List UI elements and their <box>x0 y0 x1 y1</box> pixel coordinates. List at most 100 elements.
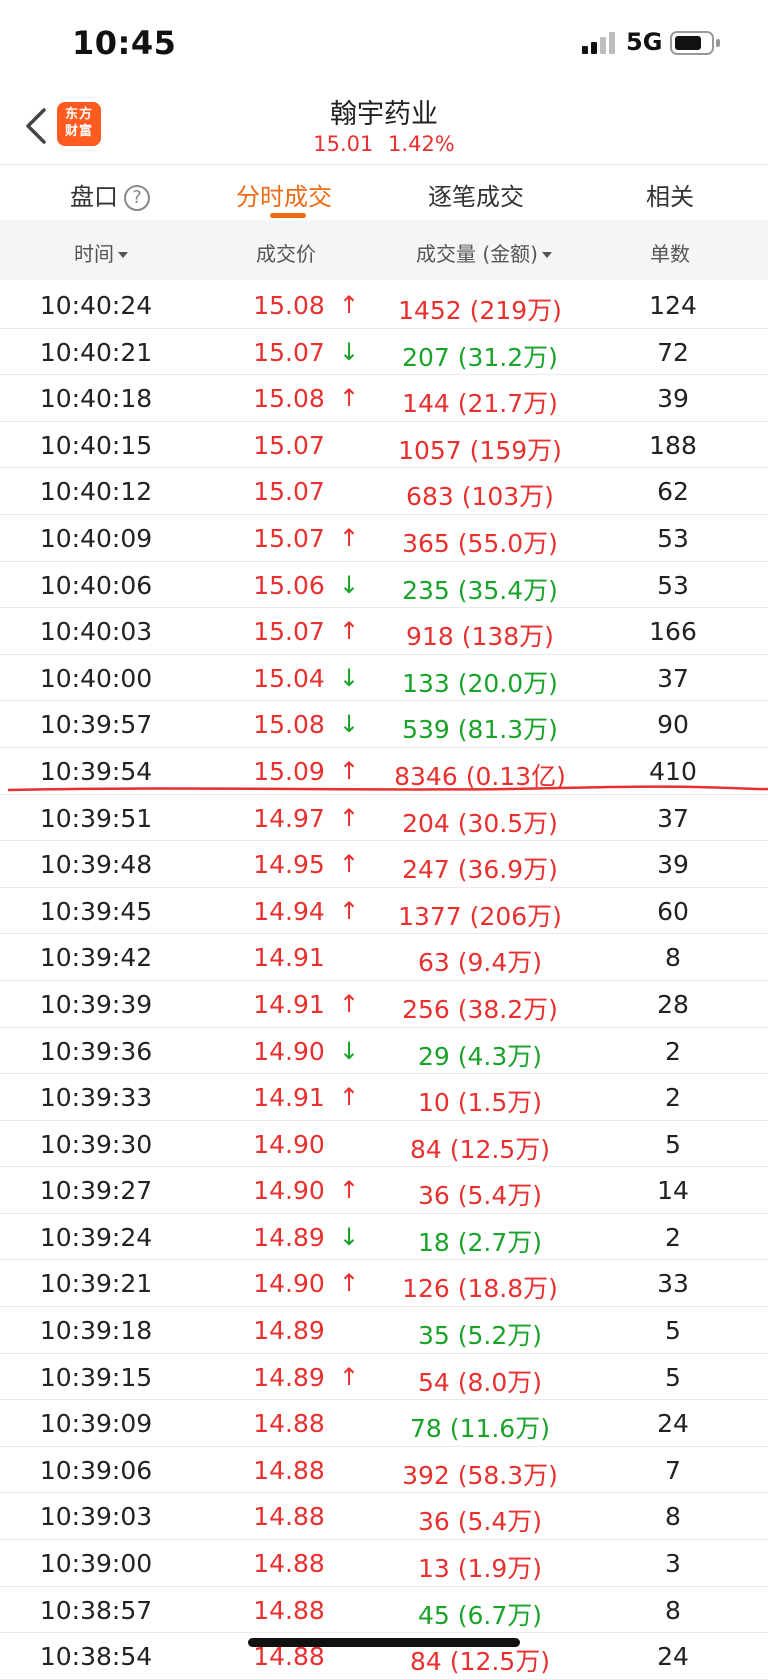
tab-related[interactable]: 相关 <box>646 177 694 212</box>
trade-volume: 13 (1.9万) <box>417 1554 543 1584</box>
tab-zhubi[interactable]: 逐笔成交 <box>428 177 524 212</box>
trade-count: 24 <box>657 1409 689 1439</box>
trade-volume: 235 (35.4万) <box>402 575 558 605</box>
help-icon[interactable]: ? <box>124 185 150 211</box>
trade-count: 2 <box>665 1083 681 1113</box>
trade-row: 10:40:24 15.08 ↑ 1452 (219万) 124 <box>0 282 768 329</box>
trade-row: 10:39:42 14.91 63 (9.4万) 8 <box>0 934 768 981</box>
column-volume-header[interactable]: 成交量 (金额) <box>416 238 552 267</box>
trade-count: 60 <box>657 896 689 926</box>
trade-row: 10:39:36 14.90 ↓ 29 (4.3万) 2 <box>0 1028 768 1075</box>
trade-time: 10:39:21 <box>39 1269 153 1299</box>
trade-volume: 392 (58.3万) <box>402 1460 558 1490</box>
trade-price: 14.89 <box>253 1362 325 1392</box>
trade-price: 14.89 <box>253 1222 325 1252</box>
trade-row: 10:38:57 14.88 45 (6.7万) 8 <box>0 1587 768 1634</box>
trade-price: 14.88 <box>253 1549 325 1579</box>
battery-icon <box>670 31 720 55</box>
trade-time: 10:39:09 <box>39 1409 153 1439</box>
trade-volume: 36 (5.4万) <box>417 1507 543 1537</box>
up-arrow-icon: ↑ <box>338 989 360 1018</box>
table-header: 时间 成交价 成交量 (金额) 单数 <box>0 220 768 280</box>
up-arrow-icon: ↑ <box>338 803 360 832</box>
trade-row: 10:39:27 14.90 ↑ 36 (5.4万) 14 <box>0 1167 768 1214</box>
trade-time: 10:39:45 <box>39 896 153 926</box>
up-arrow-icon: ↑ <box>338 1176 360 1205</box>
trade-count: 33 <box>657 1269 689 1299</box>
trade-volume: 63 (9.4万) <box>417 948 543 978</box>
up-arrow-icon: ↑ <box>338 1083 360 1112</box>
trade-row: 10:39:03 14.88 36 (5.4万) 8 <box>0 1493 768 1541</box>
stock-change-pct: 1.42% <box>388 132 455 156</box>
stock-name: 翰宇药业 <box>330 99 438 130</box>
trade-row: 10:39:15 14.89 ↑ 54 (8.0万) 5 <box>0 1354 768 1401</box>
trade-count: 24 <box>657 1642 689 1672</box>
up-arrow-icon: ↑ <box>338 1362 360 1391</box>
trade-time: 10:40:00 <box>39 663 153 693</box>
trade-price: 14.90 <box>253 1036 325 1066</box>
trade-count: 5 <box>665 1129 681 1159</box>
trade-price: 14.95 <box>253 850 325 880</box>
trade-price: 14.89 <box>253 1316 325 1346</box>
trade-volume: 18 (2.7万) <box>417 1227 543 1257</box>
trade-volume: 10 (1.5万) <box>417 1088 543 1118</box>
trade-list[interactable]: 10:40:24 15.08 ↑ 1452 (219万) 124 10:40:21 15.0… <box>0 282 768 1680</box>
tab-bar: 盘口? 分时成交 逐笔成交 相关 <box>0 164 768 220</box>
down-arrow-icon: ↓ <box>338 663 360 692</box>
trade-time: 10:39:36 <box>39 1036 153 1066</box>
trade-time: 10:40:12 <box>39 477 153 507</box>
up-arrow-icon: ↑ <box>338 384 360 413</box>
trade-count: 28 <box>657 989 689 1019</box>
column-count-header: 单数 <box>650 242 690 266</box>
tab-fenshi[interactable]: 分时成交 <box>236 177 332 212</box>
active-tab-indicator <box>270 213 306 218</box>
trade-time: 10:39:57 <box>39 710 153 740</box>
status-time: 10:45 <box>72 24 177 62</box>
tab-pankou[interactable]: 盘口? <box>70 177 150 212</box>
trade-volume: 29 (4.3万) <box>417 1041 543 1071</box>
up-arrow-icon: ↑ <box>338 617 360 646</box>
column-time-label: 时间 <box>74 242 114 266</box>
trade-row: 10:40:03 15.07 ↑ 918 (138万) 166 <box>0 608 768 655</box>
trade-time: 10:40:03 <box>39 617 153 647</box>
trade-volume: 918 (138万) <box>406 622 554 652</box>
trade-count: 7 <box>665 1455 681 1485</box>
trade-time: 10:39:00 <box>39 1549 153 1579</box>
trade-price: 15.07 <box>253 430 325 460</box>
trade-price: 15.06 <box>253 570 325 600</box>
trade-price: 14.94 <box>253 896 325 926</box>
trade-count: 72 <box>657 337 689 367</box>
trade-row: 10:39:06 14.88 392 (58.3万) 7 <box>0 1447 768 1494</box>
trade-count: 124 <box>649 291 697 320</box>
trade-volume: 36 (5.4万) <box>417 1181 543 1211</box>
trade-time: 10:38:54 <box>39 1642 153 1672</box>
trade-row: 10:40:18 15.08 ↑ 144 (21.7万) 39 <box>0 375 768 422</box>
trade-count: 2 <box>665 1036 681 1066</box>
column-time-header[interactable]: 时间 <box>74 238 128 267</box>
trade-price: 15.08 <box>253 291 325 320</box>
trade-count: 14 <box>657 1176 689 1206</box>
trade-price: 15.07 <box>253 337 325 367</box>
trade-count: 8 <box>665 1595 681 1625</box>
trade-price: 14.91 <box>253 943 325 973</box>
trade-row: 10:40:12 15.07 683 (103万) 62 <box>0 468 768 515</box>
trade-row: 10:40:06 15.06 ↓ 235 (35.4万) 53 <box>0 562 768 609</box>
trade-count: 5 <box>665 1316 681 1346</box>
trade-time: 10:40:24 <box>39 291 153 320</box>
trade-time: 10:39:27 <box>39 1176 153 1206</box>
trade-time: 10:40:09 <box>39 523 153 553</box>
trade-price: 15.08 <box>253 710 325 740</box>
trade-row: 10:39:57 15.08 ↓ 539 (81.3万) 90 <box>0 701 768 748</box>
trade-price: 14.91 <box>253 1083 325 1113</box>
trade-row: 10:39:00 14.88 13 (1.9万) 3 <box>0 1540 768 1587</box>
trade-volume: 683 (103万) <box>406 482 554 512</box>
trade-time: 10:39:42 <box>39 943 153 973</box>
trade-row: 10:39:24 14.89 ↓ 18 (2.7万) 2 <box>0 1214 768 1261</box>
tab-pankou-label: 盘口 <box>70 183 118 211</box>
trade-time: 10:39:18 <box>39 1316 153 1346</box>
trade-volume: 247 (36.9万) <box>402 855 558 885</box>
trade-volume: 365 (55.0万) <box>402 528 558 558</box>
trade-time: 10:39:03 <box>39 1502 153 1532</box>
trade-time: 10:39:48 <box>39 850 153 880</box>
trade-volume: 35 (5.2万) <box>417 1321 543 1351</box>
